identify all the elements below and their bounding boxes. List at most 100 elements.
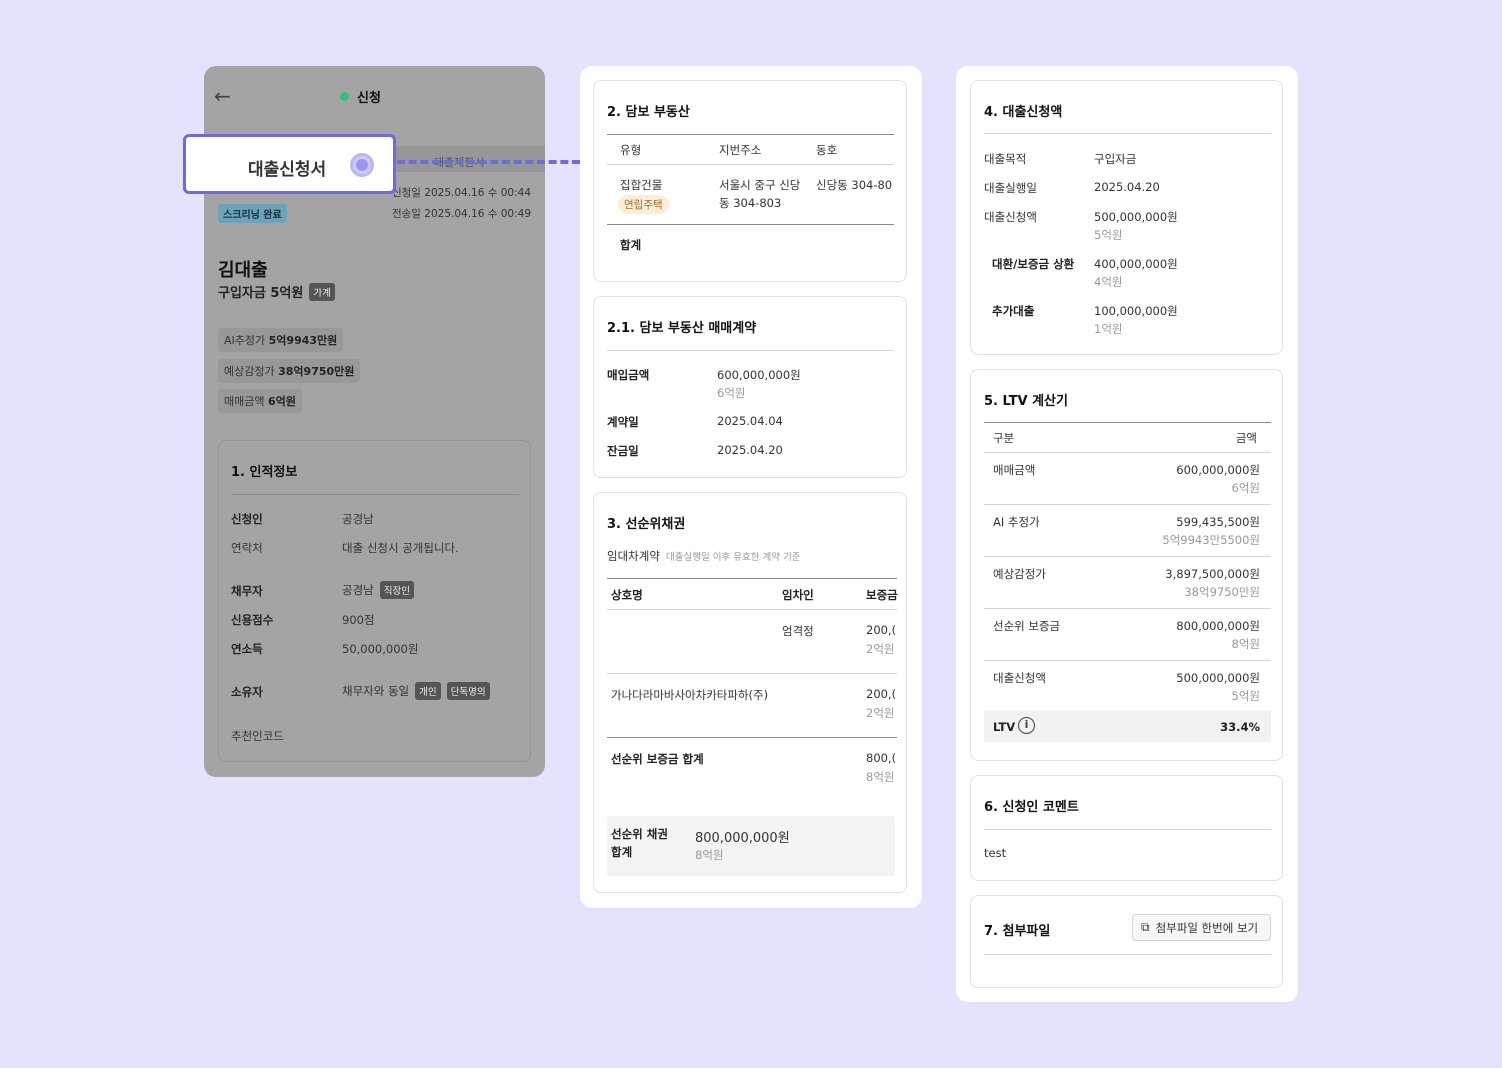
contact-label: 연락처 xyxy=(231,541,263,555)
loan-purpose-label: 대출목적 xyxy=(984,152,1027,166)
address-line2: 동 304-803 xyxy=(719,196,782,210)
ltv-row-label: 예상감정가 xyxy=(993,567,1046,581)
callout-box: 대출신청서 xyxy=(183,134,396,194)
debtor-name: 공경남 xyxy=(342,583,374,597)
contract-section: 2.1. 담보 부동산 매매계약 매입금액 600,000,000원 6억원 계… xyxy=(593,296,907,478)
income-label: 연소득 xyxy=(231,642,263,656)
collateral-section: 2. 담보 부동산 유형 지번주소 동호 집합건물 연립주택 서울시 중구 신당… xyxy=(593,80,907,282)
loan-amount: 500,000,000원 xyxy=(1094,210,1178,224)
view-all-files-button[interactable]: ⧉ 첨부파일 한번에 보기 xyxy=(1132,914,1271,941)
col-deposit: 보증금 xyxy=(866,588,898,602)
row2-amount: 200,( xyxy=(866,687,897,701)
exec-date: 2025.04.20 xyxy=(1094,180,1160,194)
chip-sale-price: 매매금액 6억원 xyxy=(218,389,302,413)
unit-value: 신당동 304-80 xyxy=(816,178,893,192)
back-arrow-icon[interactable]: ← xyxy=(214,84,231,108)
extra-amount: 100,000,000원 xyxy=(1094,304,1178,318)
send-date: 전송일 2025.04.16 수 00:49 xyxy=(391,208,531,220)
col-unit: 동호 xyxy=(816,143,838,157)
col-amount: 금액 xyxy=(1235,431,1257,445)
status-dot-icon xyxy=(340,92,349,101)
apply-date: 신청일 2025.04.16 수 00:44 xyxy=(391,187,531,199)
divider xyxy=(984,608,1271,609)
divider xyxy=(984,954,1271,955)
deposit-total: 800,( xyxy=(866,751,897,765)
contact-value: 대출 신청시 공개됩니다. xyxy=(342,541,459,555)
chip-value: 38억9750만원 xyxy=(278,365,355,378)
ltv-row-value: 599,435,500원 xyxy=(1176,515,1260,529)
row1-tenant: 엄격정 xyxy=(782,624,814,638)
referral-label: 추천인코드 xyxy=(231,729,284,743)
attachments-section: 7. 첨부파일 ⧉ 첨부파일 한번에 보기 xyxy=(970,895,1283,988)
income-value: 50,000,000원 xyxy=(342,642,419,656)
row2-company: 가나다라마바사아차카타파하(주) xyxy=(611,688,769,702)
ltv-row-label: 선순위 보증금 xyxy=(993,619,1061,633)
property-type-tag: 연립주택 xyxy=(618,195,669,214)
section-title: 3. 선순위채권 xyxy=(607,517,686,532)
divider xyxy=(231,494,519,495)
senior-bond-section: 3. 선순위채권 임대차계약 대출실행일 이후 유효한 계약 기준 상호명 임차… xyxy=(593,492,907,893)
row1-amount: 200,( xyxy=(866,623,897,637)
debtor-tag: 직장인 xyxy=(379,581,414,599)
middle-panel: 2. 담보 부동산 유형 지번주소 동호 집합건물 연립주택 서울시 중구 신당… xyxy=(580,66,922,908)
chip-ai-estimate: AI추정가 5억9943만원 xyxy=(218,328,344,352)
pointer-dot-icon xyxy=(350,153,374,177)
divider xyxy=(984,660,1271,661)
property-type: 집합건물 xyxy=(620,178,663,192)
section-title: 6. 신청인 코멘트 xyxy=(984,800,1079,815)
applicant-label: 신청인 xyxy=(231,512,263,526)
refi-label: 대환/보증금 상환 xyxy=(992,257,1075,271)
divider xyxy=(607,350,894,351)
loan-purpose: 구입자금 5억원 가계 xyxy=(218,282,335,301)
ltv-row-sub: 5억원 xyxy=(1231,689,1260,703)
divider xyxy=(607,134,894,135)
info-icon[interactable]: i xyxy=(1018,717,1035,734)
purpose-text: 구입자금 5억원 xyxy=(218,286,304,301)
chip-label: 예상감정가 xyxy=(224,365,275,378)
address-line1: 서울시 중구 신당 xyxy=(719,178,801,192)
refi-sub: 4억원 xyxy=(1094,275,1123,289)
section-title: 5. LTV 계산기 xyxy=(984,394,1068,409)
divider xyxy=(984,422,1271,423)
chip-label: 매매금액 xyxy=(224,395,265,408)
loan-amount-section: 4. 대출신청액 대출목적 구입자금 대출실행일 2025.04.20 대출신청… xyxy=(970,80,1283,355)
callout-label: 대출신청서 xyxy=(248,160,327,180)
comment-section: 6. 신청인 코멘트 test xyxy=(970,775,1283,881)
section-title: 4. 대출신청액 xyxy=(984,105,1063,120)
ltv-row-value: 800,000,000원 xyxy=(1176,619,1260,633)
divider xyxy=(984,504,1271,505)
chip-value: 6억원 xyxy=(267,395,296,408)
contract-date: 2025.04.04 xyxy=(717,414,783,428)
divider xyxy=(607,673,897,674)
section-title: 2. 담보 부동산 xyxy=(607,105,690,120)
title-text: 신청 xyxy=(357,91,381,106)
page-title: 신청 xyxy=(340,87,381,106)
balance-date-label: 잔금일 xyxy=(607,444,639,458)
divider xyxy=(984,556,1271,557)
divider xyxy=(607,224,894,225)
purchase-sub: 6억원 xyxy=(717,386,746,400)
purpose-tag: 가계 xyxy=(309,282,335,301)
personal-info-card: 1. 인적정보 신청인 공경남 연락처 대출 신청시 공개됩니다. 채무자 공경… xyxy=(218,440,531,762)
applicant-value: 공경남 xyxy=(342,512,374,526)
refi-amount: 400,000,000원 xyxy=(1094,257,1178,271)
divider xyxy=(984,133,1271,134)
section-title: 2.1. 담보 부동산 매매계약 xyxy=(607,321,757,336)
ltv-row-value: 500,000,000원 xyxy=(1176,671,1260,685)
section-title: 1. 인적정보 xyxy=(231,465,298,480)
col-company: 상호명 xyxy=(611,588,643,602)
deposit-total-label: 선순위 보증금 합계 xyxy=(611,752,704,766)
bond-total: 800,000,000원 xyxy=(695,831,790,846)
exec-date-label: 대출실행일 xyxy=(984,181,1037,195)
divider xyxy=(607,578,897,579)
ltv-row-value: 3,897,500,000원 xyxy=(1165,567,1260,581)
deposit-total-sub: 8억원 xyxy=(866,770,895,784)
extra-label: 추가대출 xyxy=(992,304,1035,318)
contract-date-label: 계약일 xyxy=(607,415,639,429)
connector-line xyxy=(397,160,580,164)
bond-total-label2: 합계 xyxy=(611,845,633,859)
ltv-row-sub: 5억9943만5500원 xyxy=(1162,533,1260,547)
credit-label: 신용점수 xyxy=(231,613,274,627)
ltv-row-value: 600,000,000원 xyxy=(1176,463,1260,477)
applicant-name: 김대출 xyxy=(218,260,268,281)
